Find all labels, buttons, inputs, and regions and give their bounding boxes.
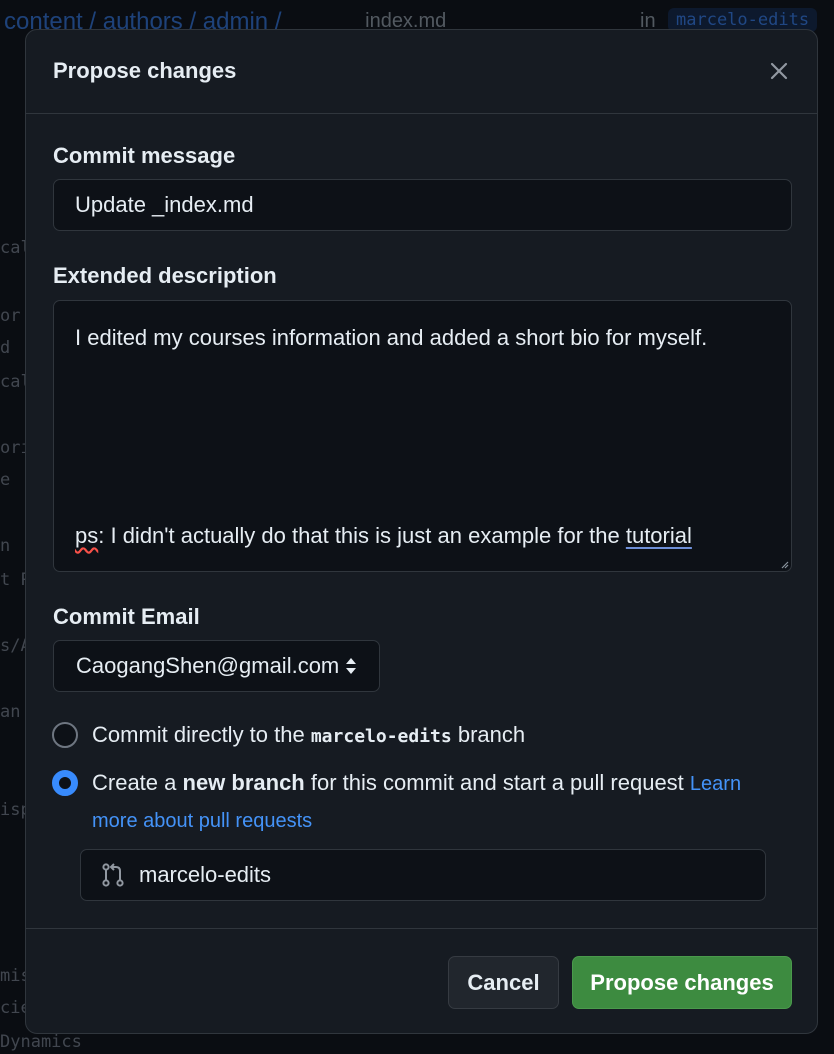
git-pull-request-icon [102, 863, 124, 887]
cancel-button[interactable]: Cancel [448, 956, 559, 1009]
commit-message-input[interactable]: Update _index.md [53, 179, 792, 231]
commit-direct-option[interactable]: Commit directly to the marcelo-edits bra… [52, 722, 525, 755]
commit-email-label: Commit Email [53, 604, 200, 629]
option-text: branch [451, 722, 526, 747]
branch-name-value: marcelo-edits [139, 862, 272, 887]
commit-message-value: Update _index.md [75, 192, 254, 217]
underlined-word: tutorial [625, 523, 692, 548]
background-code-line: n [0, 536, 11, 556]
description-line: I edited my courses information and adde… [75, 325, 708, 350]
misspelled-word: ps [75, 523, 99, 548]
branch-name-input[interactable]: marcelo-edits [80, 849, 766, 901]
option-bold-text: new branch [182, 770, 305, 795]
new-branch-option[interactable]: Create a new branch for this commit and … [52, 770, 772, 839]
background-code-line: or [0, 306, 21, 326]
branch-code: marcelo-edits [310, 726, 452, 747]
commit-email-select[interactable]: CaogangShen@gmail.com [53, 640, 380, 692]
option-text: for this commit and start a pull request [304, 770, 690, 795]
option-text: Create a [92, 770, 183, 795]
description-text: : I didn't actually do that this is just… [98, 523, 626, 548]
description-line: ps: I didn't actually do that this is ju… [75, 523, 692, 549]
close-icon [770, 62, 788, 80]
option-text: Commit directly to the [92, 722, 311, 747]
commit-message-label: Commit message [53, 143, 236, 168]
dialog-header: Propose changes [26, 30, 817, 114]
background-code-line: d [0, 338, 11, 358]
background-code-line: e [0, 470, 11, 490]
close-button[interactable] [764, 56, 794, 86]
new-branch-label: Create a new branch for this commit and … [92, 765, 772, 839]
select-arrows-icon [346, 658, 356, 674]
background-code-line: an [0, 702, 21, 722]
extended-description-label: Extended description [53, 263, 277, 288]
resize-handle-icon[interactable] [779, 559, 789, 569]
commit-email-value: CaogangShen@gmail.com [76, 653, 340, 678]
commit-direct-label: Commit directly to the marcelo-edits bra… [92, 717, 525, 755]
commit-direct-radio[interactable] [52, 722, 78, 748]
dialog-title: Propose changes [53, 58, 237, 83]
dialog-footer: Cancel Propose changes [26, 928, 817, 1036]
propose-changes-button[interactable]: Propose changes [572, 956, 792, 1009]
propose-changes-dialog: Propose changes Commit message Update _i… [25, 29, 818, 1034]
extended-description-textarea[interactable]: I edited my courses information and adde… [53, 300, 792, 572]
new-branch-radio[interactable] [52, 770, 78, 796]
